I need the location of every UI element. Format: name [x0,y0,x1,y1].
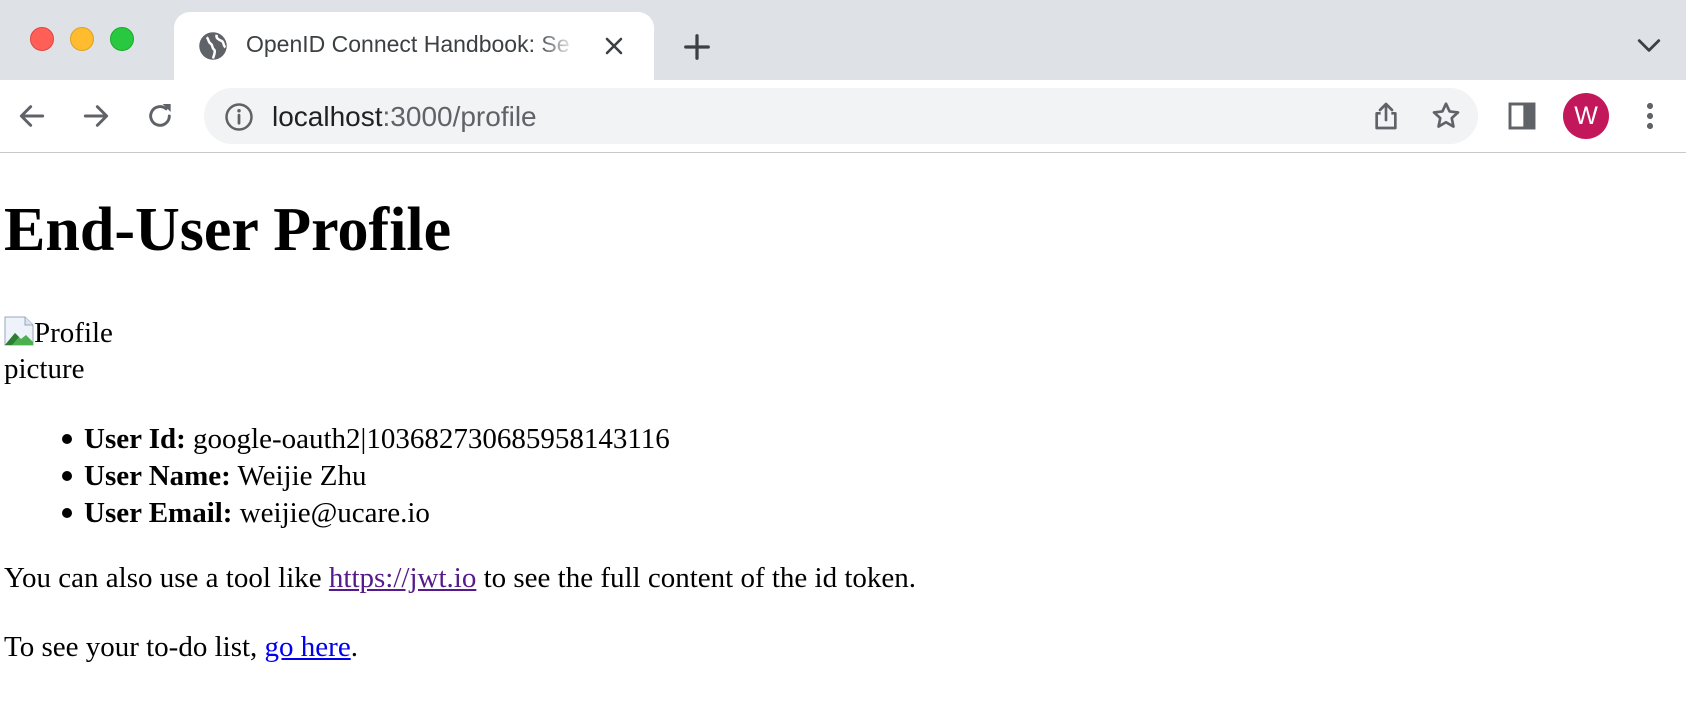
chevron-down-icon[interactable] [1636,35,1662,55]
plus-icon[interactable] [682,32,712,62]
arrow-left-icon[interactable] [16,100,48,132]
globe-icon [199,32,227,60]
user-info-list: User Id: google-oauth2|10368273068595814… [62,421,670,532]
todo-paragraph: To see your to-do list, go here. [4,629,358,665]
window-minimize-button[interactable] [70,27,94,51]
jwt-text-before: You can also use a tool like [4,562,329,594]
kebab-menu-icon[interactable] [1634,100,1666,132]
todo-link[interactable]: go here [265,631,351,663]
todo-text-before: To see your to-do list, [4,631,265,663]
url-host: localhost [272,101,383,132]
tab-strip: OpenID Connect Handbook: Se [0,0,1686,80]
profile-avatar[interactable]: W [1563,93,1609,139]
side-panel-icon[interactable] [1506,100,1538,132]
window-zoom-button[interactable] [110,27,134,51]
list-item-user-email: User Email: weijie@ucare.io [62,495,670,532]
user-id-value: google-oauth2|103682730685958143116 [185,423,670,455]
user-email-label: User Email: [84,497,233,529]
jwt-text-after: to see the full content of the id token. [476,562,917,594]
close-icon[interactable] [602,34,626,58]
info-icon[interactable] [224,102,254,132]
tab-title: OpenID Connect Handbook: Se [246,31,570,57]
list-item-user-id: User Id: google-oauth2|10368273068595814… [62,421,670,458]
todo-text-after: . [350,631,358,663]
share-icon[interactable] [1370,100,1402,132]
user-id-label: User Id: [84,423,186,455]
list-item-user-name: User Name: Weijie Zhu [62,458,670,495]
page-title: End-User Profile [4,196,452,264]
user-name-value: Weijie Zhu [230,460,367,492]
reload-icon[interactable] [144,100,176,132]
user-email-value: weijie@ucare.io [232,497,430,529]
browser-toolbar: localhost:3000/profile W [0,80,1686,153]
user-name-label: User Name: [84,460,231,492]
active-tab[interactable]: OpenID Connect Handbook: Se [174,12,654,80]
broken-image-icon [4,316,34,346]
profile-picture: Profile picture [4,315,144,387]
url-path: :3000/profile [382,101,537,132]
jwt-paragraph: You can also use a tool like https://jwt… [4,560,916,596]
jwt-link[interactable]: https://jwt.io [329,562,476,594]
window-close-button[interactable] [30,27,54,51]
star-icon[interactable] [1430,100,1462,132]
page-content: End-User Profile Profile picture User Id… [0,154,1686,718]
url-text[interactable]: localhost:3000/profile [272,101,537,133]
arrow-right-icon[interactable] [80,100,112,132]
address-bar[interactable]: localhost:3000/profile [204,88,1478,144]
